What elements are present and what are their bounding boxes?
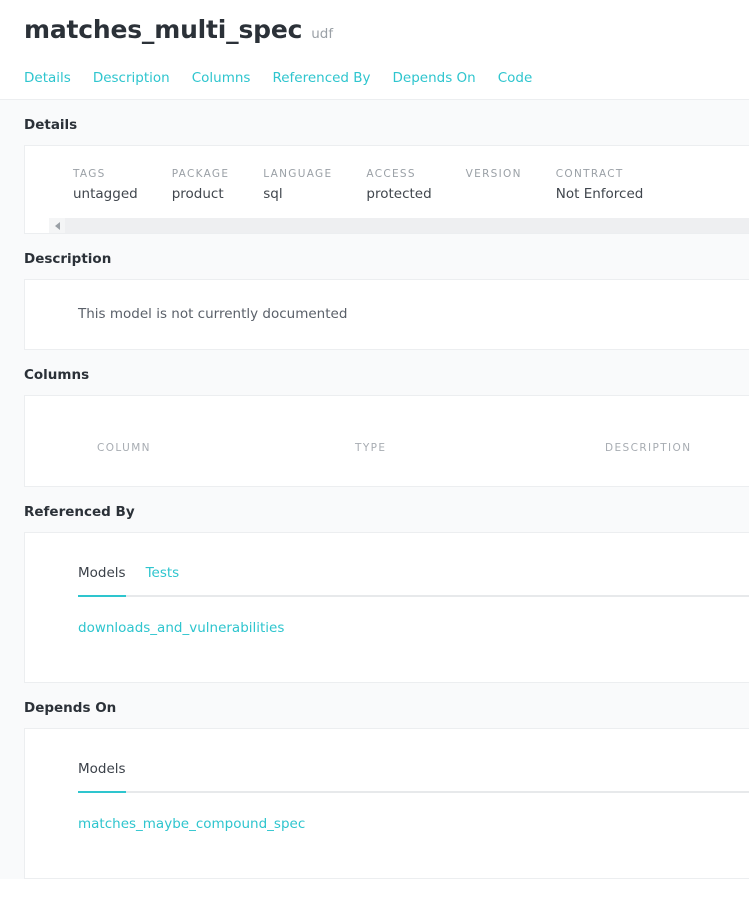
- detail-field-tags: TAGS untagged: [73, 168, 138, 202]
- columns-header-row: COLUMN TYPE DESCRIPTION: [25, 396, 749, 486]
- details-horizontal-scrollbar[interactable]: [49, 218, 749, 233]
- detail-field-access: ACCESS protected: [366, 168, 431, 202]
- detail-label-access: ACCESS: [366, 168, 416, 180]
- columns-table: COLUMN TYPE DESCRIPTION: [25, 396, 749, 486]
- page-header: matches_multi_spec udf: [0, 0, 749, 56]
- depends-on-card-wrap: Models matches_maybe_compound_spec: [0, 728, 749, 879]
- detail-value-tags: untagged: [73, 186, 138, 202]
- columns-table-head: COLUMN TYPE DESCRIPTION: [25, 396, 749, 486]
- detail-label-version: VERSION: [465, 168, 522, 180]
- list-item[interactable]: downloads_and_vulnerabilities: [78, 620, 284, 636]
- nav-link-referenced-by[interactable]: Referenced By: [272, 70, 370, 86]
- description-section-title: Description: [0, 234, 749, 279]
- section-nav: Details Description Columns Referenced B…: [0, 56, 749, 100]
- referenced-by-list: downloads_and_vulnerabilities: [25, 597, 749, 682]
- detail-value-access: protected: [366, 186, 432, 202]
- depends-on-tabs: Models: [25, 729, 749, 791]
- nav-link-description[interactable]: Description: [93, 70, 170, 86]
- columns-card-wrap: COLUMN TYPE DESCRIPTION: [0, 395, 749, 487]
- page-root: matches_multi_spec udf Details Descripti…: [0, 0, 749, 923]
- detail-value-package: product: [171, 186, 224, 202]
- nav-link-columns[interactable]: Columns: [192, 70, 251, 86]
- list-item[interactable]: matches_maybe_compound_spec: [78, 816, 305, 832]
- chevron-left-icon: [55, 221, 60, 230]
- column-header-type: TYPE: [355, 442, 387, 454]
- nav-link-code[interactable]: Code: [498, 70, 533, 86]
- description-card-wrap: This model is not currently documented: [0, 279, 749, 350]
- referenced-by-card: Models Tests downloads_and_vulnerabiliti…: [24, 532, 749, 683]
- nav-link-details[interactable]: Details: [24, 70, 71, 86]
- detail-value-language: sql: [263, 186, 283, 202]
- column-header-description: DESCRIPTION: [605, 442, 692, 454]
- description-section: Description This model is not currently …: [0, 234, 749, 350]
- description-card: This model is not currently documented: [24, 279, 749, 350]
- detail-field-package: PACKAGE product: [172, 168, 230, 202]
- columns-card: COLUMN TYPE DESCRIPTION: [24, 395, 749, 487]
- scroll-left-button[interactable]: [49, 218, 65, 233]
- detail-label-tags: TAGS: [73, 168, 106, 180]
- description-text: This model is not currently documented: [78, 306, 348, 322]
- referenced-by-tabs: Models Tests: [25, 533, 749, 595]
- depends-on-section-title: Depends On: [0, 683, 749, 728]
- referenced-by-section-title: Referenced By: [0, 487, 749, 532]
- tab-referenced-by-models[interactable]: Models: [78, 565, 126, 595]
- referenced-by-tab-underline: [78, 595, 749, 597]
- detail-field-contract: CONTRACT Not Enforced: [556, 168, 644, 202]
- page-title: matches_multi_spec: [24, 15, 303, 44]
- details-section: Details TAGS untagged PACKAGE product LA…: [0, 100, 749, 234]
- details-grid: TAGS untagged PACKAGE product LANGUAGE s…: [25, 146, 749, 212]
- depends-on-list: matches_maybe_compound_spec: [25, 793, 749, 878]
- column-header-column: COLUMN: [97, 442, 151, 454]
- tab-depends-on-models[interactable]: Models: [78, 761, 126, 791]
- details-card: TAGS untagged PACKAGE product LANGUAGE s…: [24, 145, 749, 234]
- detail-label-contract: CONTRACT: [555, 168, 624, 180]
- referenced-by-section: Referenced By Models Tests downloads_and…: [0, 487, 749, 683]
- resource-type-badge: udf: [311, 26, 334, 42]
- referenced-by-card-wrap: Models Tests downloads_and_vulnerabiliti…: [0, 532, 749, 683]
- tab-referenced-by-tests[interactable]: Tests: [146, 565, 180, 595]
- detail-field-language: LANGUAGE sql: [263, 168, 332, 202]
- details-card-wrap: TAGS untagged PACKAGE product LANGUAGE s…: [0, 145, 749, 234]
- depends-on-card: Models matches_maybe_compound_spec: [24, 728, 749, 879]
- detail-value-contract: Not Enforced: [555, 186, 644, 202]
- title-row: matches_multi_spec udf: [24, 16, 725, 56]
- columns-section-title: Columns: [0, 350, 749, 395]
- detail-label-language: LANGUAGE: [263, 168, 333, 180]
- details-section-title: Details: [0, 100, 749, 145]
- depends-on-section: Depends On Models matches_maybe_compound…: [0, 683, 749, 879]
- detail-field-version: VERSION: [466, 168, 522, 202]
- depends-on-tab-underline: [78, 791, 749, 793]
- columns-section: Columns COLUMN TYPE DESCRIPTION: [0, 350, 749, 487]
- detail-label-package: PACKAGE: [171, 168, 230, 180]
- nav-link-depends-on[interactable]: Depends On: [393, 70, 476, 86]
